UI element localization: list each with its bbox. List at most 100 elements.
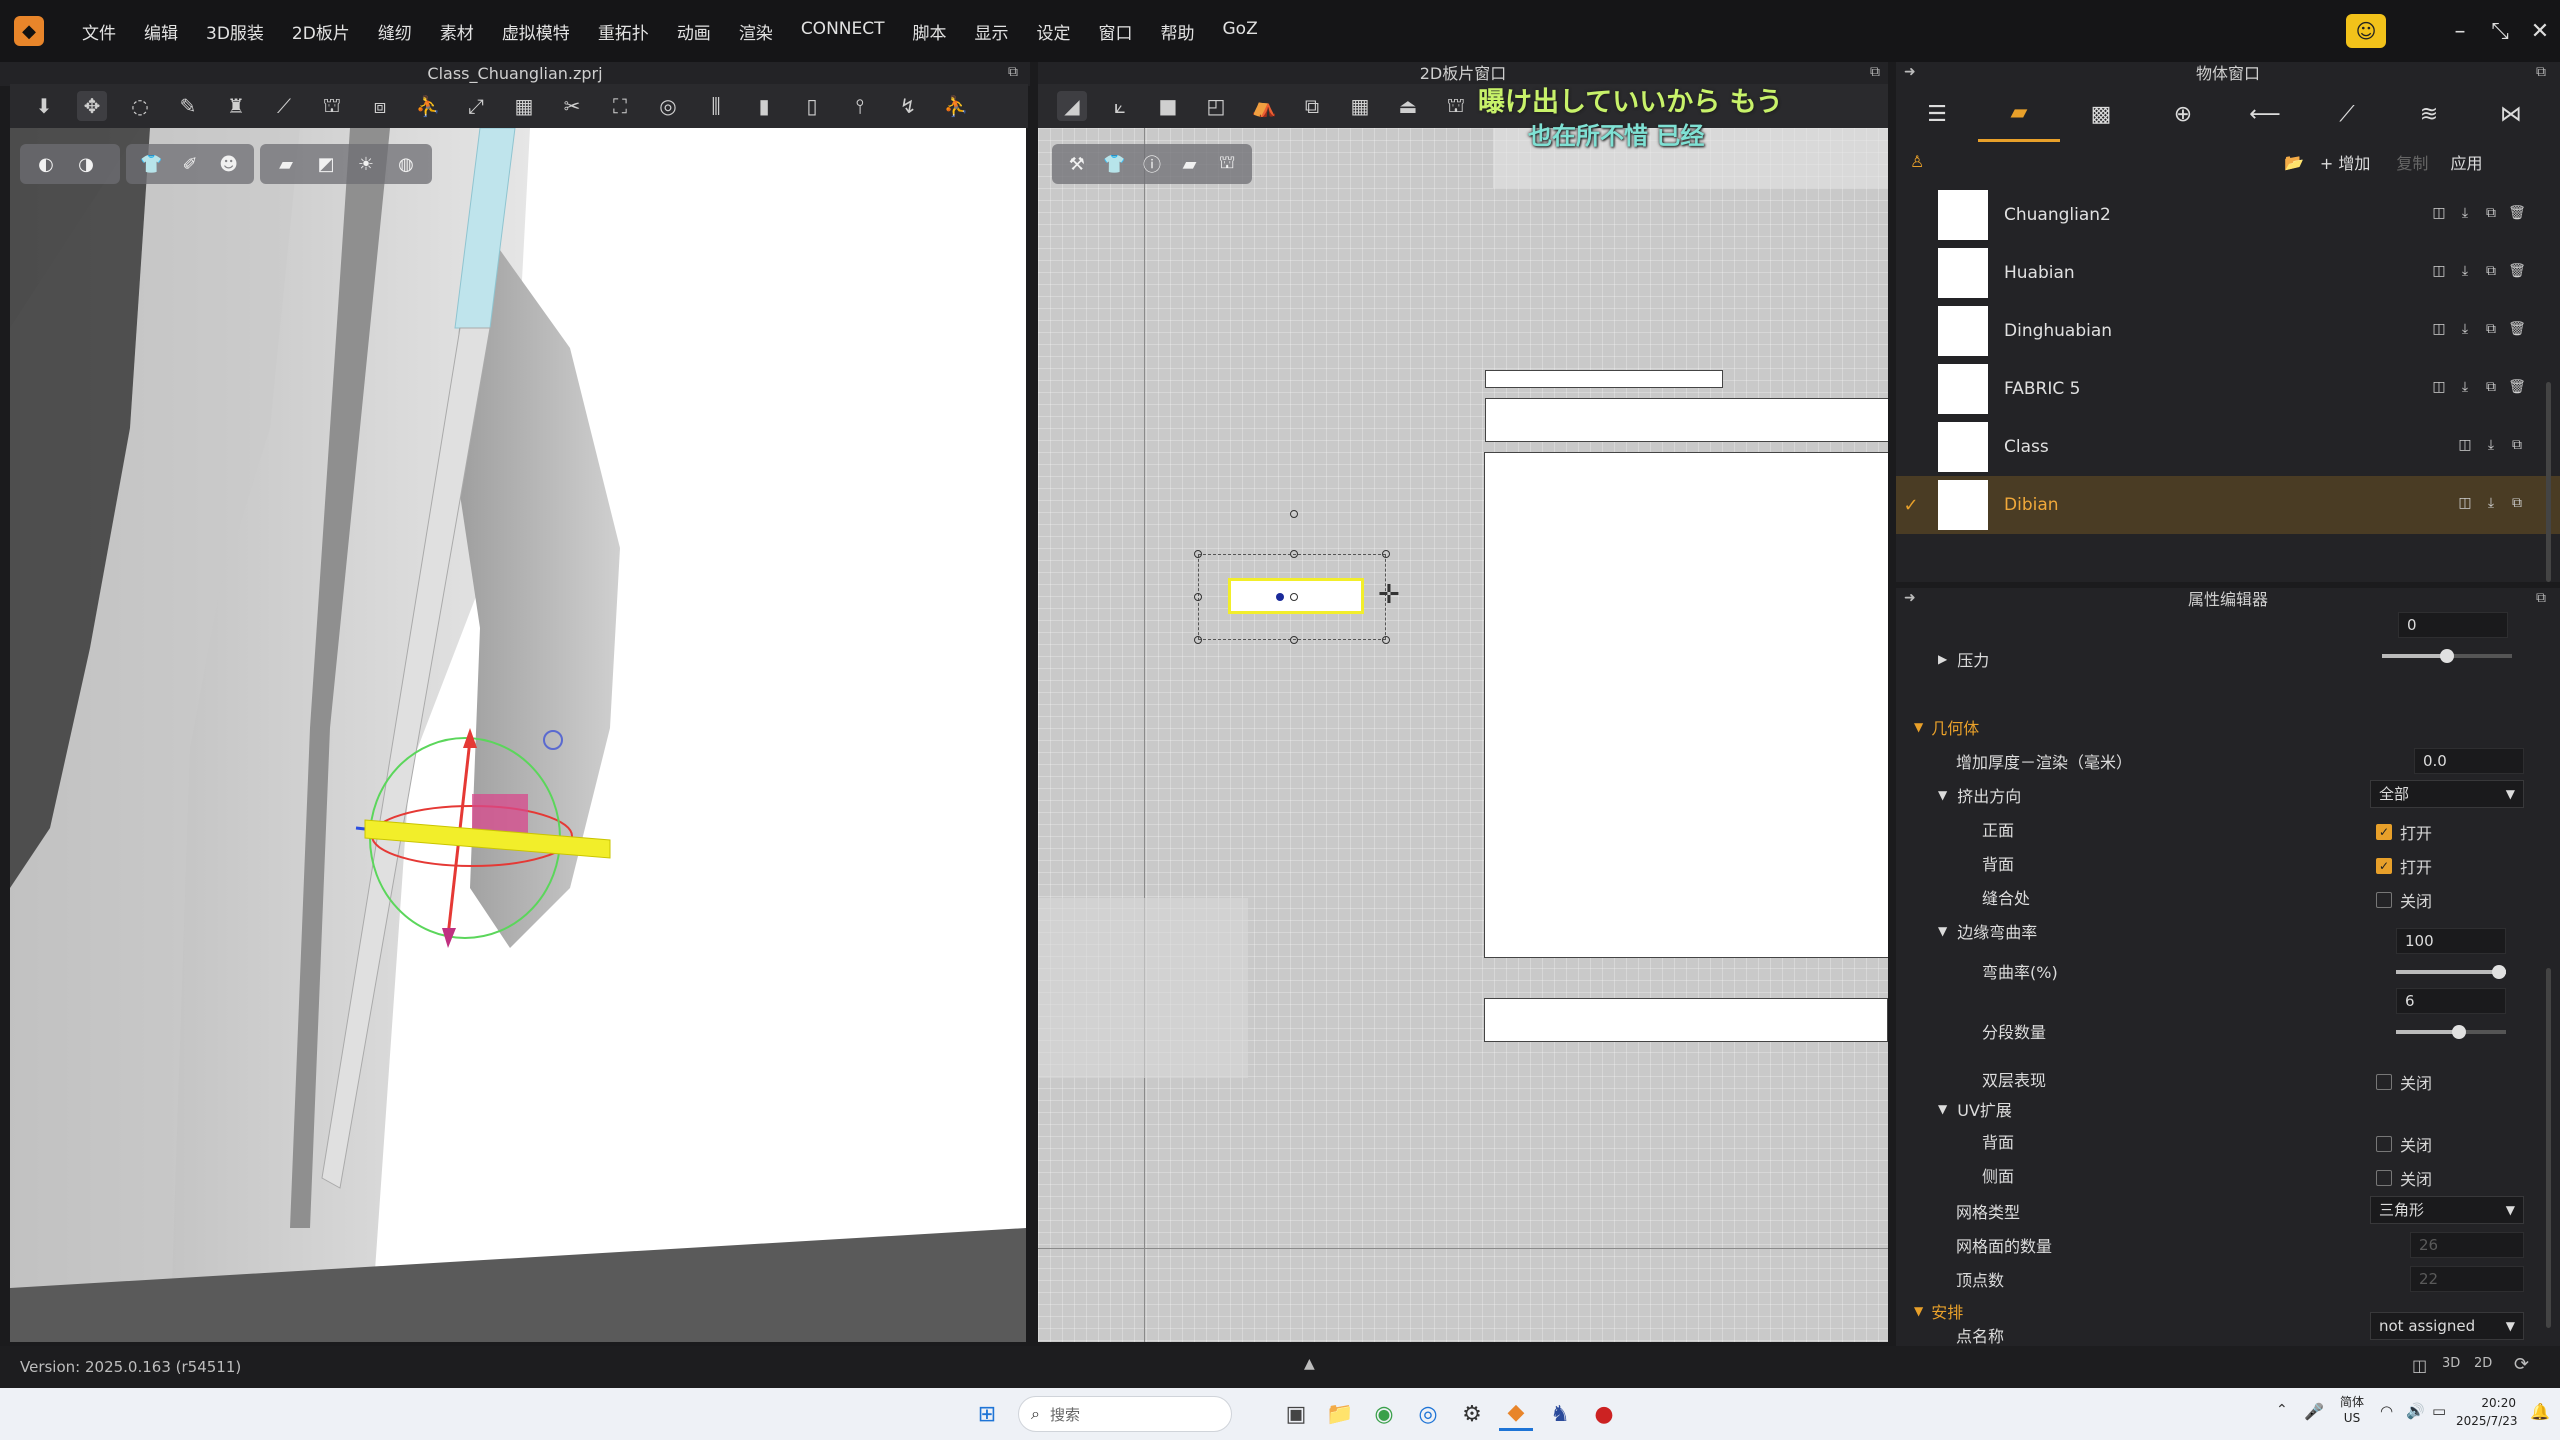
save-icon[interactable]: ⤓ <box>2478 437 2504 457</box>
sew-icon[interactable]: ✂ <box>557 91 587 121</box>
panel2d-float-icon[interactable]: ⧉ <box>1870 64 1880 80</box>
tape-icon[interactable]: ▮ <box>749 91 779 121</box>
button-icon[interactable]: ◎ <box>653 91 683 121</box>
curvature-slider[interactable] <box>2396 965 2506 979</box>
pattern-icon[interactable]: ⛶ <box>605 91 635 121</box>
assign-icon[interactable]: ◫ <box>2426 321 2452 341</box>
fabric-swatch[interactable] <box>1938 248 1988 298</box>
menu-item-6[interactable]: 虚拟模特 <box>502 19 570 44</box>
refresh-icon[interactable]: ⟳ <box>2514 1354 2529 1375</box>
pin-display-icon[interactable]: ✐ <box>177 150 204 178</box>
mic-icon[interactable]: 🎤 <box>2304 1402 2324 1421</box>
viewport-3d[interactable]: ◐ ◑ 👕 ✐ ☻ ▰ ◩ ☀ ◍ <box>10 128 1026 1342</box>
save-icon[interactable]: ⤓ <box>2452 379 2478 399</box>
duplicate-icon[interactable]: ⧉ <box>2478 321 2504 341</box>
app-red-icon[interactable]: ● <box>1587 1397 1621 1431</box>
assign-icon[interactable]: ◫ <box>2452 437 2478 457</box>
delete-icon[interactable]: 🗑 <box>2504 379 2530 399</box>
menu-item-8[interactable]: 动画 <box>677 19 711 44</box>
fabric-swatch[interactable] <box>1938 364 1988 414</box>
fabric-row[interactable]: Class ◫ ⤓ ⧉ <box>1896 418 2560 476</box>
menu-item-16[interactable]: GoZ <box>1223 19 1258 44</box>
rectangle-icon[interactable]: ■ <box>1153 91 1183 121</box>
layout-icon[interactable]: ◫ <box>2412 1356 2427 1375</box>
shirt-2d-icon[interactable]: 👕 <box>1102 150 1128 178</box>
walk-icon[interactable]: ⛹ <box>941 91 971 121</box>
windows-start-icon[interactable]: ⊞ <box>970 1397 1004 1431</box>
menu-item-9[interactable]: 渲染 <box>739 19 773 44</box>
info-icon[interactable]: ⓘ <box>1139 150 1165 178</box>
pattern-strip-1[interactable] <box>1485 370 1723 388</box>
tab-scene-list[interactable]: ☰ <box>1896 86 1978 142</box>
grid-2d-icon[interactable]: ▦ <box>1345 91 1375 121</box>
avatar-display-icon[interactable]: ☻ <box>215 150 242 178</box>
tab-fabric[interactable]: ▰ <box>1978 86 2060 142</box>
tab-graphic[interactable]: ▩ <box>2060 86 2142 142</box>
fabric-row[interactable]: Dinghuabian ◫ ⤓ ⧉ 🗑 <box>1896 302 2560 360</box>
mesh-type-dropdown[interactable]: 三角形 ▼ <box>2370 1196 2524 1224</box>
folder-icon[interactable]: 📂 <box>2284 153 2304 172</box>
fabric-row[interactable]: Huabian ◫ ⤓ ⧉ 🗑 <box>1896 244 2560 302</box>
measure-icon[interactable]: ⤢ <box>461 91 491 121</box>
wand-icon[interactable]: ⚒ <box>1064 150 1090 178</box>
app-gear-icon[interactable]: ⚙ <box>1455 1397 1489 1431</box>
minimize-button[interactable]: – <box>2450 19 2470 44</box>
texture-icon[interactable]: ▰ <box>272 150 300 178</box>
fabric-row[interactable]: FABRIC 5 ◫ ⤓ ⧉ 🗑 <box>1896 360 2560 418</box>
zipper-icon[interactable]: ⫼ <box>701 91 731 121</box>
section-geometry[interactable]: ▼ 几何体 <box>1896 710 2560 744</box>
rotate-handle[interactable] <box>1290 510 1298 518</box>
duplicate-icon[interactable]: ⧉ <box>2504 495 2530 515</box>
resize-handle-t[interactable] <box>1290 550 1298 558</box>
pressure-input[interactable]: 0 <box>2398 612 2508 638</box>
menu-item-11[interactable]: 脚本 <box>913 19 947 44</box>
double-layer-checkbox[interactable]: 关闭 <box>2376 1070 2432 1094</box>
duplicate-icon[interactable]: ⧉ <box>2478 379 2504 399</box>
close-button[interactable]: ✕ <box>2530 19 2550 44</box>
battery-icon[interactable]: ▭ <box>2432 1402 2446 1420</box>
fabric-filter-icon[interactable]: ♙ <box>1910 152 1924 171</box>
trace-icon[interactable]: ⧉ <box>1297 91 1327 121</box>
duplicate-icon[interactable]: ⧉ <box>2504 437 2530 457</box>
front-checkbox[interactable]: ✓ 打开 <box>2376 820 2432 844</box>
move-icon[interactable]: ✥ <box>77 91 107 121</box>
apply-fabric-button[interactable]: 应用 <box>2450 150 2482 174</box>
tab-topstitch[interactable]: ⟋ <box>2306 86 2388 142</box>
menu-item-3[interactable]: 2D板片 <box>292 19 350 44</box>
assign-icon[interactable]: ◫ <box>2426 379 2452 399</box>
thickness-input[interactable]: 0.0 <box>2414 748 2524 774</box>
curve-icon[interactable]: ↯ <box>893 91 923 121</box>
camera2-icon[interactable]: ◑ <box>72 150 100 178</box>
uv-back-checkbox[interactable]: 关闭 <box>2376 1132 2432 1156</box>
tack-icon[interactable]: ⫯ <box>845 91 875 121</box>
menu-item-1[interactable]: 编辑 <box>144 19 178 44</box>
ime-indicator[interactable]: 简体 US <box>2340 1394 2364 1426</box>
menu-item-12[interactable]: 显示 <box>975 19 1009 44</box>
user-badge-icon[interactable]: ☺ <box>2346 14 2386 48</box>
viewport-2d[interactable]: ✛ ⚒ 👕 ⓘ ▰ ⛫ <box>1038 128 1888 1342</box>
resize-handle-tl[interactable] <box>1194 550 1202 558</box>
app-blue-icon[interactable]: ♞ <box>1543 1397 1577 1431</box>
save-icon[interactable]: ⤓ <box>2452 263 2478 283</box>
property-scrollbar[interactable] <box>2546 968 2551 1328</box>
notification-icon[interactable]: 🔔 <box>2530 1402 2550 1421</box>
collapse-arrow-icon[interactable]: ➜ <box>1904 64 1916 80</box>
curvature-input[interactable]: 100 <box>2396 928 2506 954</box>
internal-shape-icon[interactable]: ◰ <box>1201 91 1231 121</box>
copy-fabric-button[interactable]: 复制 <box>2396 150 2428 174</box>
back-checkbox[interactable]: ✓ 打开 <box>2376 854 2432 878</box>
brush-icon[interactable]: ✎ <box>173 91 203 121</box>
garment-icon[interactable]: ♜ <box>221 91 251 121</box>
transform-pattern-icon[interactable]: ◢ <box>1057 91 1087 121</box>
fabric-swatch[interactable] <box>1938 190 1988 240</box>
resize-handle-br[interactable] <box>1382 636 1390 644</box>
shirt-icon[interactable]: ⛫ <box>317 91 347 121</box>
lasso-icon[interactable]: ◌ <box>125 91 155 121</box>
view-3d-icon[interactable]: 3D <box>2442 1356 2460 1371</box>
fabric-swatch[interactable] <box>1938 422 1988 472</box>
pattern-strip-2[interactable] <box>1485 398 1888 442</box>
assign-icon[interactable]: ◫ <box>2426 263 2452 283</box>
tab-zipper[interactable]: ⋈ <box>2470 86 2552 142</box>
avatar-icon[interactable]: ⛹ <box>413 91 443 121</box>
expand-arrow-icon[interactable]: ▶ <box>1938 652 1947 666</box>
